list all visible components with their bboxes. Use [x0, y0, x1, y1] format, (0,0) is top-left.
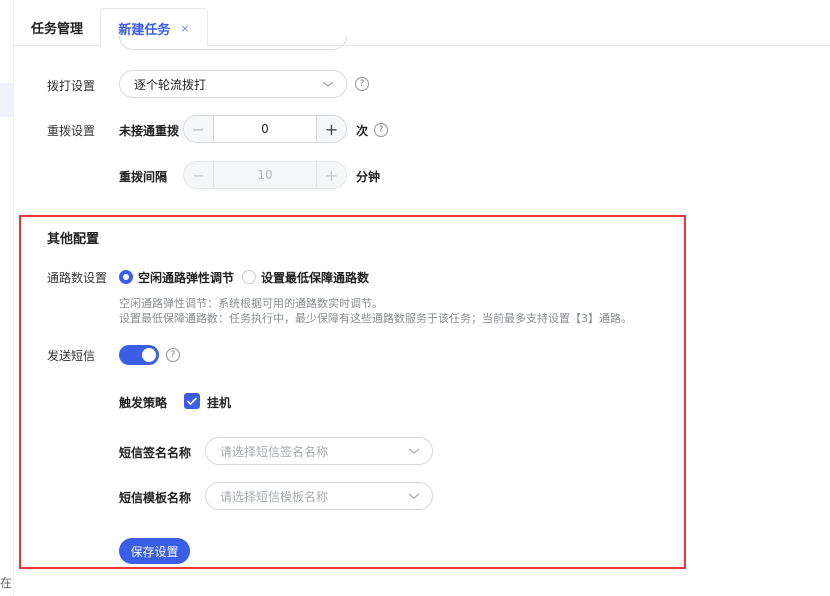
channel-desc-line-2: 设置最低保障通路数：任务执行中，最少保障有这些通路数服务于该任务；当前最多支持设…	[119, 312, 632, 325]
tab-label: 新建任务	[118, 22, 171, 38]
redial-count-unit: 次	[356, 124, 369, 138]
redial-interval-stepper[interactable]: − 10 +	[183, 161, 347, 189]
sms-sign-label: 短信签名名称	[119, 446, 192, 460]
channel-desc-line-1: 空闲通路弹性调节：系统根据可用的通路数实时调节。	[119, 297, 383, 310]
radio-min-guarantee[interactable]	[242, 270, 256, 284]
chevron-down-icon	[408, 448, 420, 454]
hangup-checkbox[interactable]	[184, 393, 200, 409]
increment-button[interactable]: +	[316, 116, 346, 142]
trigger-strategy-label: 触发策略	[119, 396, 168, 410]
redial-count-stepper[interactable]: − 0 +	[183, 115, 347, 143]
radio-min-guarantee-label[interactable]: 设置最低保障通路数	[261, 269, 369, 286]
help-icon[interactable]: ?	[374, 123, 388, 137]
redial-interval-label: 重拨间隔	[119, 170, 168, 184]
save-settings-button[interactable]: 保存设置	[119, 538, 190, 564]
help-icon[interactable]: ?	[355, 77, 369, 91]
chevron-down-icon	[408, 493, 420, 499]
redial-interval-unit: 分钟	[356, 170, 381, 184]
redial-setting-label: 重拨设置	[47, 124, 96, 138]
sms-sign-select[interactable]: 请选择短信签名名称	[205, 437, 433, 465]
close-icon[interactable]: ×	[180, 22, 189, 35]
sms-sign-placeholder: 请选择短信签名名称	[220, 444, 329, 459]
send-sms-toggle[interactable]	[119, 345, 159, 365]
no-answer-redial-label: 未接通重拨	[119, 124, 180, 138]
tab-label: 任务管理	[30, 21, 83, 37]
increment-button[interactable]: +	[316, 162, 346, 188]
hangup-checkbox-label[interactable]: 挂机	[207, 394, 231, 411]
app-root: 在 任务管理 新建任务 × 拨打设置 逐个轮流拨打 ? 重拨设置 未接通重拨 −…	[0, 0, 830, 596]
other-config-title: 其他配置	[47, 232, 100, 247]
sms-template-label: 短信模板名称	[119, 491, 192, 505]
dial-setting-label: 拨打设置	[47, 79, 96, 93]
sidebar-partial-text: 在	[0, 576, 13, 590]
toggle-knob	[142, 348, 156, 362]
redial-count-value[interactable]: 0	[214, 122, 316, 136]
decrement-button[interactable]: −	[184, 116, 214, 142]
redial-interval-value[interactable]: 10	[214, 168, 316, 182]
sms-template-placeholder: 请选择短信模板名称	[220, 489, 329, 504]
dial-mode-select[interactable]: 逐个轮流拨打	[119, 70, 347, 98]
radio-elastic-label[interactable]: 空闲通路弹性调节	[138, 269, 234, 286]
partial-select-above[interactable]	[119, 36, 347, 50]
left-sidebar: 在	[0, 0, 14, 596]
tab-task-management[interactable]: 任务管理	[14, 8, 100, 46]
send-sms-label: 发送短信	[47, 349, 96, 363]
decrement-button[interactable]: −	[184, 162, 214, 188]
help-icon[interactable]: ?	[166, 348, 180, 362]
chevron-down-icon	[322, 81, 334, 87]
sidebar-active-item[interactable]	[0, 83, 14, 117]
channel-setting-label: 通路数设置	[47, 271, 108, 285]
check-icon	[186, 397, 198, 406]
sms-template-select[interactable]: 请选择短信模板名称	[205, 482, 433, 510]
radio-elastic[interactable]	[119, 270, 133, 284]
dial-mode-value: 逐个轮流拨打	[134, 77, 207, 92]
